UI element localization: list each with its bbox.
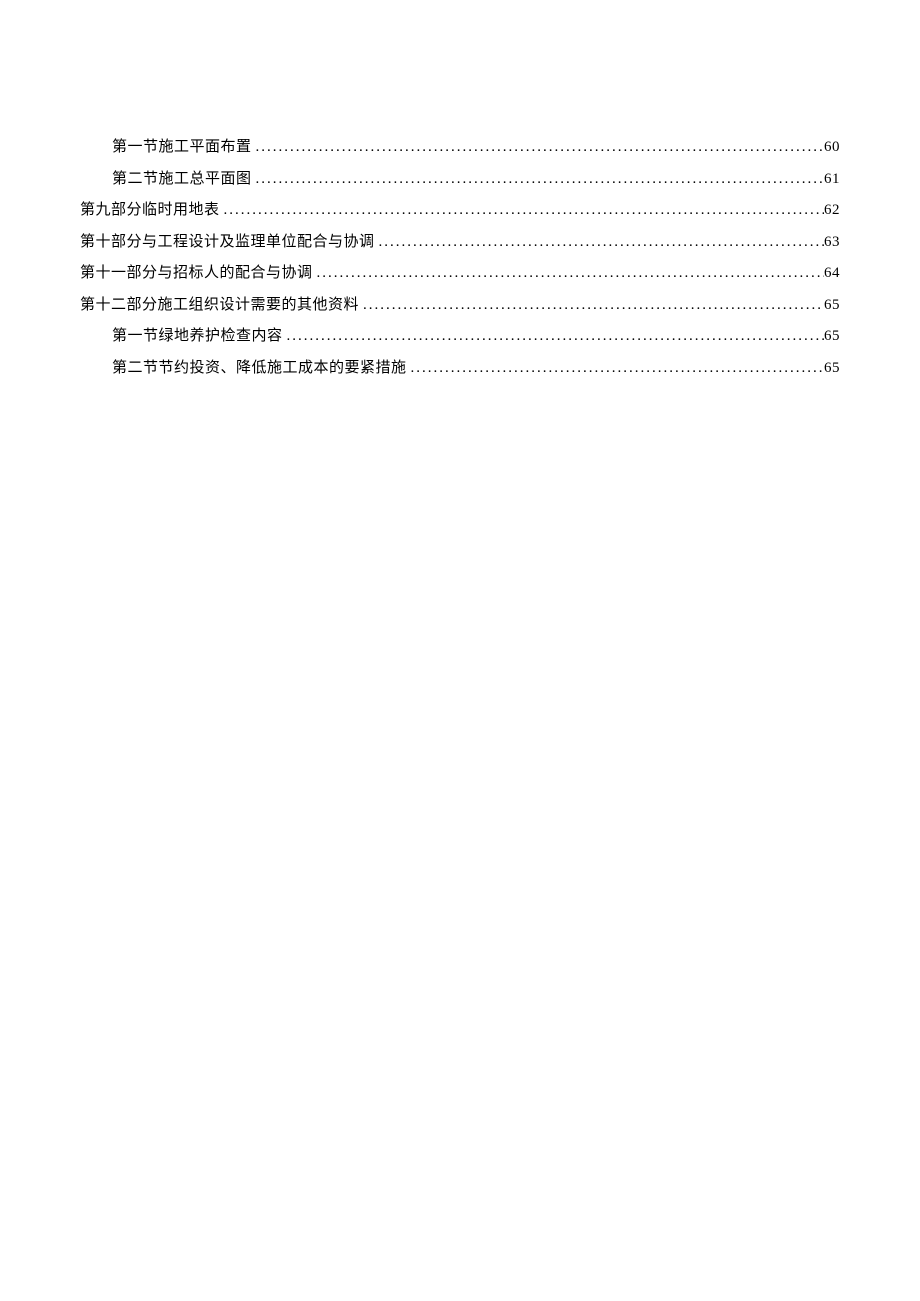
toc-leader-dots xyxy=(220,198,824,224)
toc-page-number: 61 xyxy=(824,167,840,193)
toc-title: 第一节施工平面布置 xyxy=(112,135,252,161)
toc-leader-dots xyxy=(283,324,824,350)
toc-leader-dots xyxy=(252,135,824,161)
toc-title: 第十二部分施工组织设计需要的其他资料 xyxy=(80,293,359,319)
toc-page-number: 65 xyxy=(824,293,840,319)
toc-title: 第二节施工总平面图 xyxy=(112,167,252,193)
toc-page-number: 65 xyxy=(824,324,840,350)
toc-title: 第一节绿地养护检查内容 xyxy=(112,324,283,350)
toc-page-number: 62 xyxy=(824,198,840,224)
toc-entry: 第一节绿地养护检查内容 65 xyxy=(80,324,840,350)
toc-leader-dots xyxy=(407,356,824,382)
toc-entry: 第九部分临时用地表 62 xyxy=(80,198,840,224)
toc-title: 第十部分与工程设计及监理单位配合与协调 xyxy=(80,230,375,256)
toc-entry: 第十部分与工程设计及监理单位配合与协调 63 xyxy=(80,230,840,256)
toc-leader-dots xyxy=(252,167,824,193)
toc-page-number: 65 xyxy=(824,356,840,382)
toc-container: 第一节施工平面布置 60 第二节施工总平面图 61 第九部分临时用地表 62 第… xyxy=(0,0,920,381)
toc-leader-dots xyxy=(375,230,824,256)
toc-page-number: 64 xyxy=(824,261,840,287)
toc-page-number: 60 xyxy=(824,135,840,161)
toc-page-number: 63 xyxy=(824,230,840,256)
toc-entry: 第二节施工总平面图 61 xyxy=(80,167,840,193)
toc-title: 第九部分临时用地表 xyxy=(80,198,220,224)
toc-leader-dots xyxy=(313,261,824,287)
toc-entry: 第十二部分施工组织设计需要的其他资料 65 xyxy=(80,293,840,319)
toc-entry: 第十一部分与招标人的配合与协调 64 xyxy=(80,261,840,287)
toc-title: 第二节节约投资、降低施工成本的要紧措施 xyxy=(112,356,407,382)
toc-entry: 第一节施工平面布置 60 xyxy=(80,135,840,161)
toc-leader-dots xyxy=(359,293,824,319)
toc-entry: 第二节节约投资、降低施工成本的要紧措施 65 xyxy=(80,356,840,382)
toc-title: 第十一部分与招标人的配合与协调 xyxy=(80,261,313,287)
